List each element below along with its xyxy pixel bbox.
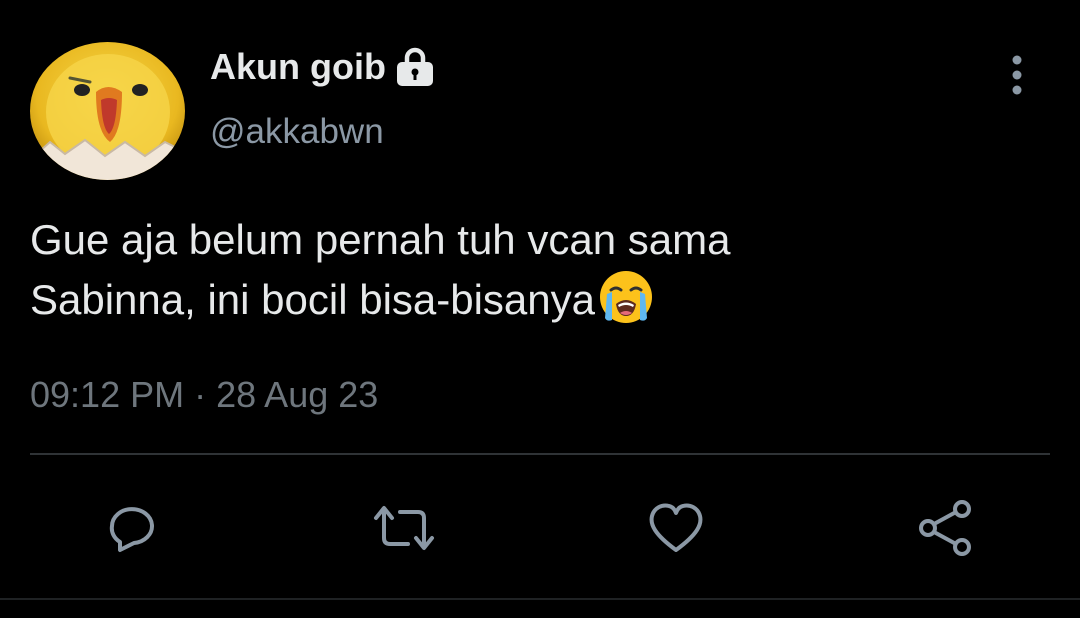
meta-separator: · <box>194 374 207 415</box>
avatar[interactable] <box>30 42 185 180</box>
user-handle[interactable]: @akkabwn <box>210 112 384 152</box>
tweet-time: 09:12 PM <box>30 374 185 415</box>
loudly-crying-face-icon <box>597 268 655 326</box>
bottom-divider <box>0 598 1080 600</box>
like-button[interactable] <box>644 496 708 560</box>
tweet-text-line-2: Sabinna, ini bocil bisa-bisanya <box>30 268 1030 328</box>
display-name[interactable]: Akun goib <box>210 46 436 88</box>
tweet-text: Gue aja belum pernah tuh vcan sama Sabin… <box>30 212 1030 328</box>
lock-icon <box>394 47 436 87</box>
heart-icon <box>649 503 703 552</box>
display-name-text: Akun goib <box>210 46 386 87</box>
tweet-date: 28 Aug 23 <box>216 374 379 415</box>
more-vertical-icon[interactable] <box>1000 52 1034 100</box>
retweet-button[interactable] <box>372 496 436 560</box>
retweet-icon <box>374 506 434 550</box>
reply-icon <box>109 507 154 552</box>
chick-avatar-image <box>30 42 185 180</box>
divider <box>30 453 1050 455</box>
tweet-text-line-2-text: Sabinna, ini bocil bisa-bisanya <box>30 276 596 323</box>
tweet-text-line-1: Gue aja belum pernah tuh vcan sama <box>30 216 731 263</box>
share-icon <box>919 500 971 556</box>
reply-button[interactable] <box>98 496 162 560</box>
share-button[interactable] <box>914 496 978 560</box>
tweet-meta: 09:12 PM · 28 Aug 23 <box>30 374 378 416</box>
